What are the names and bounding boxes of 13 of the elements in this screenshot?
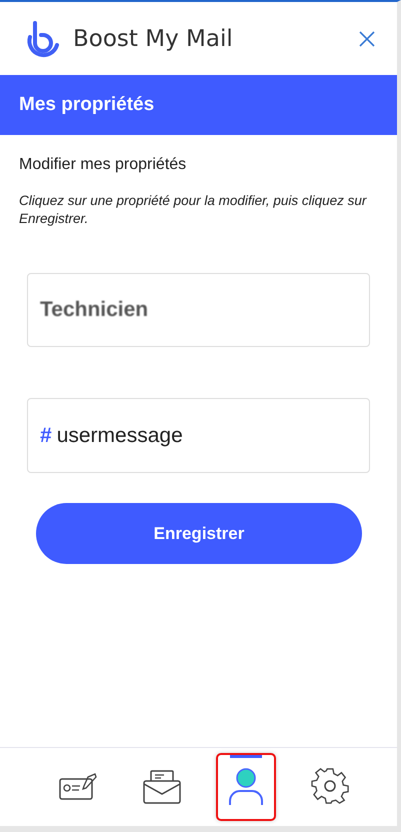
- user-icon[interactable]: [216, 753, 276, 821]
- field-value: Technicien: [40, 298, 148, 322]
- logo-icon: [25, 18, 61, 58]
- section-subtitle: Modifier mes propriétés: [19, 156, 188, 174]
- app-title: Boost My Mail: [73, 26, 234, 52]
- property-field[interactable]: Technicien: [27, 273, 370, 347]
- instruction-text: Cliquez sur une propriété pour la modifier, puis cliquez sur Enregistrer.: [19, 192, 368, 228]
- field-value: usermessage: [56, 424, 183, 448]
- save-button[interactable]: Enregistrer: [36, 503, 362, 564]
- hash-icon: #: [40, 424, 52, 448]
- property-field[interactable]: # usermessage: [27, 398, 370, 473]
- close-icon[interactable]: [359, 30, 375, 46]
- section-header: Mes propriétés: [0, 75, 397, 135]
